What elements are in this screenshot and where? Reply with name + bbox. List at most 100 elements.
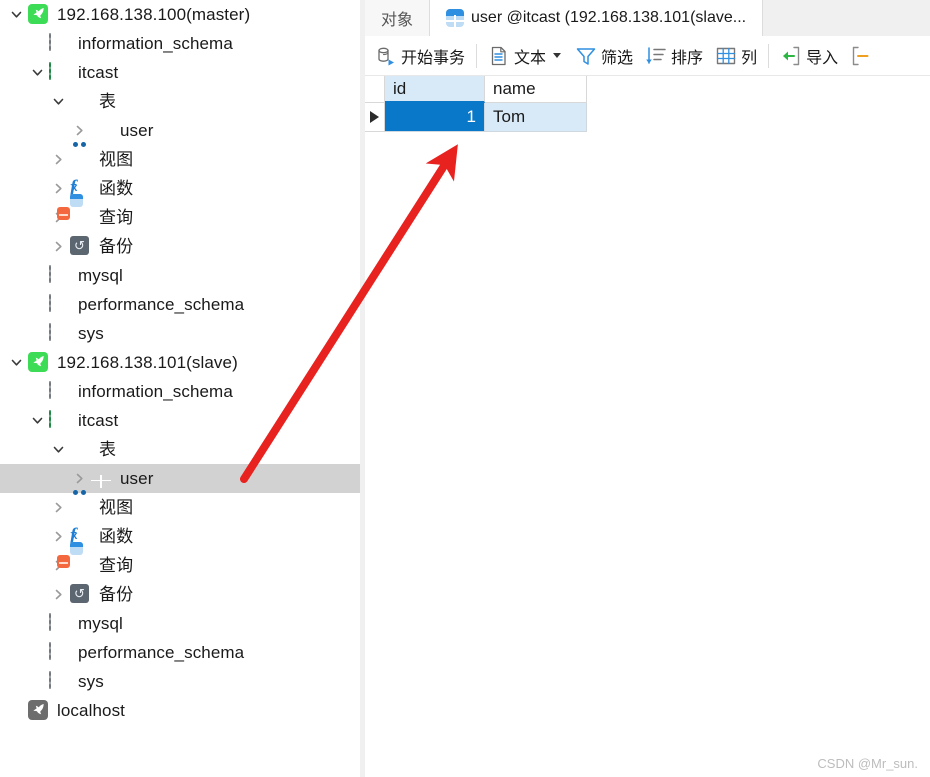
tab-user-table[interactable]: user @itcast (192.168.138.101(slave... [430,0,764,36]
result-grid[interactable]: id name 1 Tom [365,76,930,132]
tree-node-label: user [120,121,154,140]
column-header-id[interactable]: id [385,76,485,103]
tree-node-views[interactable]: 视图 [0,141,360,174]
toolbar-button-label: 列 [741,49,758,67]
object-tree-panel[interactable]: 192.168.138.100(master) information_schem… [0,0,360,777]
views-folder-icon [70,141,92,171]
tree-node-label: 查询 [99,556,134,575]
backups-folder-icon: ↺ [70,235,92,258]
tree-node-sys[interactable]: sys [0,319,360,348]
tree-node-mysql[interactable]: mysql [0,609,360,638]
chevron-down-icon[interactable] [52,95,65,108]
sort-button[interactable]: 排序 [639,39,709,73]
text-view-button[interactable]: 文本 [482,39,569,73]
tree-node-itcast[interactable]: itcast [0,406,360,435]
database-icon [49,322,71,345]
chevron-right-icon[interactable] [52,182,65,195]
chevron-down-icon[interactable] [31,66,44,79]
views-folder-icon [70,489,92,519]
tree-node-functions[interactable]: f x 函数 [0,522,360,551]
import-icon [780,45,802,67]
columns-icon [715,45,737,67]
tree-node-queries[interactable]: 查询 [0,193,360,232]
tree-node-label: 视图 [99,150,134,169]
tree-node-backups[interactable]: ↺ 备份 [0,580,360,609]
tree-node-192.168.138.100master[interactable]: 192.168.138.100(master) [0,0,360,29]
table-row[interactable]: 1 Tom [365,103,930,132]
tree-node-label: 192.168.138.101(slave) [57,353,238,372]
tree-node-backups[interactable]: ↺ 备份 [0,232,360,261]
chevron-down-icon[interactable] [10,8,23,21]
tree-node-performance_schema[interactable]: performance_schema [0,290,360,319]
chevron-down-icon[interactable] [52,443,65,456]
database-icon [49,380,71,403]
column-header-name[interactable]: name [485,76,587,103]
database-icon [49,293,71,316]
chevron-down-icon[interactable] [553,53,562,58]
tree-node-user[interactable]: user [0,116,360,145]
database-icon [49,612,71,635]
chevron-right-icon[interactable] [52,501,65,514]
columns-button[interactable]: 列 [709,39,763,73]
redo-button[interactable] [844,39,878,73]
redo-icon [850,45,872,67]
tree-node-performance_schema[interactable]: performance_schema [0,638,360,667]
chevron-right-icon[interactable] [52,240,65,253]
tree-node-label: itcast [78,411,119,430]
cell-id[interactable]: 1 [385,103,485,132]
chevron-right-icon[interactable] [73,472,86,485]
tree-node-user[interactable]: user [0,464,360,493]
editor-panel: 对象 user @itcast (192.168.138.101(slave...… [365,0,930,777]
tree-node-information_schema[interactable]: information_schema [0,29,360,58]
chevron-down-icon[interactable] [31,414,44,427]
tree-node-mysql[interactable]: mysql [0,261,360,290]
import-button[interactable]: 导入 [774,39,844,73]
tree-node-label: 表 [99,92,117,111]
tree-node-functions[interactable]: f x 函数 [0,174,360,203]
toolbar-button-label: 文本 [514,49,547,67]
tree-node-label: sys [78,672,104,691]
current-row-arrow-icon [370,111,379,123]
tree-node-views[interactable]: 视图 [0,489,360,522]
chevron-right-icon[interactable] [73,124,86,137]
mysql-server-offline-icon [28,699,50,722]
tree-node-label: 视图 [99,498,134,517]
mysql-server-icon [28,3,50,26]
chevron-right-icon[interactable] [52,153,65,166]
database-icon [49,264,71,287]
text-view-icon [488,45,510,67]
tree-node-label: performance_schema [78,643,245,662]
tree-node-localhost[interactable]: localhost [0,696,360,725]
navicat-window: 192.168.138.100(master) information_schem… [0,0,930,777]
toolbar-separator [768,43,770,68]
row-indicator[interactable] [365,103,385,132]
tab-objects[interactable]: 对象 [365,0,431,36]
tree-node-information_schema[interactable]: information_schema [0,377,360,406]
tree-node-192.168.138.101slave[interactable]: 192.168.138.101(slave) [0,348,360,377]
tree-node-label: performance_schema [78,295,245,314]
chevron-right-icon[interactable] [52,530,65,543]
cell-name[interactable]: Tom [485,103,587,132]
tree-node-label: information_schema [78,34,233,53]
tree-node-label: sys [78,324,104,343]
database-open-icon [49,409,71,432]
database-open-icon [49,61,71,84]
sort-icon [645,45,667,67]
tree-node-label: information_schema [78,382,233,401]
grid-header-row: id name [365,76,930,103]
database-icon [49,670,71,693]
backups-folder-icon: ↺ [70,583,92,606]
chevron-down-icon[interactable] [10,356,23,369]
tree-node-sys[interactable]: sys [0,667,360,696]
chevron-right-icon[interactable] [52,588,65,601]
tree-node-queries[interactable]: 查询 [0,541,360,580]
tree-node-tables[interactable]: 表 [0,87,360,116]
tree-node-tables[interactable]: 表 [0,435,360,464]
queries-folder-icon [57,541,92,577]
begin-transaction-button[interactable]: 开始事务 [369,39,471,73]
tree-node-label: mysql [78,266,123,285]
begin-transaction-icon [375,45,397,67]
tables-folder-icon [70,439,92,461]
filter-button[interactable]: 筛选 [569,39,639,73]
tree-node-itcast[interactable]: itcast [0,58,360,87]
